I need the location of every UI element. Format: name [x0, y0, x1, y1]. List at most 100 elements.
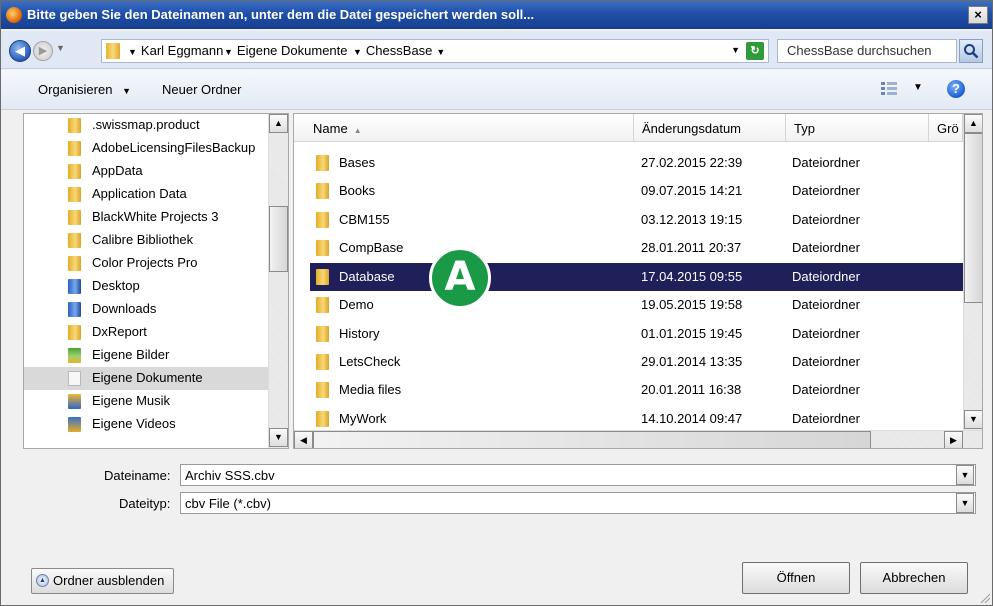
file-row-cbm155[interactable]: CBM155 03.12.2013 19:15 Dateiordner — [310, 206, 965, 234]
filetype-select[interactable]: cbv File (*.cbv) — [180, 492, 976, 514]
file-row-books[interactable]: Books 09.07.2015 14:21 Dateiordner — [310, 177, 965, 205]
scroll-up-icon[interactable]: ▲ — [964, 114, 982, 133]
nav-item-swissmap[interactable]: .swissmap.product — [24, 114, 268, 137]
dialog-title: Bitte geben Sie den Dateinamen an, unter… — [27, 7, 535, 22]
folder-icon — [316, 212, 329, 228]
nav-item-eigene-bilder[interactable]: Eigene Bilder — [24, 344, 268, 367]
file-row-media-files[interactable]: Media files 20.01.2011 16:38 Dateiordner — [310, 376, 965, 404]
nav-item-eigene-musik[interactable]: Eigene Musik — [24, 390, 268, 413]
file-type: Dateiordner — [792, 183, 860, 198]
search-input[interactable]: ChessBase durchsuchen — [777, 39, 957, 63]
folder-icon — [316, 297, 329, 313]
scroll-left-icon[interactable]: ◀ — [294, 431, 313, 448]
filetype-label: Dateityp: — [119, 496, 171, 511]
nav-item-label: DxReport — [92, 324, 147, 339]
resize-grip-icon[interactable] — [978, 591, 990, 603]
file-row-compbase[interactable]: CompBase 28.01.2011 20:37 Dateiordner — [310, 234, 965, 262]
nav-item-desktop[interactable]: Desktop — [24, 275, 268, 298]
address-history-dropdown[interactable]: ▼ — [731, 45, 740, 55]
back-button[interactable]: ◀ — [9, 40, 31, 62]
file-date: 14.10.2014 09:47 — [641, 411, 743, 426]
help-icon[interactable]: ? — [947, 80, 965, 98]
column-header-name[interactable]: Name ▲ — [294, 114, 634, 142]
nav-item-eigene-dokumente[interactable]: Eigene Dokumente — [24, 367, 268, 390]
file-name: Database — [339, 269, 395, 284]
column-header-date[interactable]: Änderungsdatum — [634, 114, 786, 142]
chevron-up-icon: ▲ — [36, 574, 49, 587]
close-button[interactable]: × — [968, 6, 988, 24]
organize-button[interactable]: Organisieren ▼ — [38, 82, 131, 97]
sort-ascending-icon: ▲ — [353, 126, 362, 135]
nav-item-eigene-videos[interactable]: Eigene Videos — [24, 413, 268, 436]
breadcrumb-eigene-dokumente[interactable]: ▼ Eigene Dokumente — [224, 43, 348, 58]
scroll-right-icon[interactable]: ▶ — [944, 431, 963, 448]
scroll-up-icon[interactable]: ▲ — [269, 114, 288, 133]
file-type: Dateiordner — [792, 382, 860, 397]
file-name: CompBase — [339, 240, 404, 255]
documents-icon — [68, 371, 81, 386]
scroll-thumb[interactable] — [269, 206, 288, 272]
file-list-horizontal-scrollbar[interactable]: ◀ ▶ — [294, 430, 982, 448]
command-toolbar: Organisieren ▼ Neuer Ordner ▼ ? — [1, 70, 992, 110]
new-folder-button[interactable]: Neuer Ordner — [162, 82, 241, 97]
file-date: 29.01.2014 13:35 — [641, 354, 743, 369]
nav-item-label: Application Data — [92, 186, 187, 201]
column-header-size[interactable]: Grö — [929, 114, 963, 142]
nav-item-adobelicensing[interactable]: AdobeLicensingFilesBackup — [24, 137, 268, 160]
nav-item-label: Downloads — [92, 301, 157, 316]
filename-field[interactable]: Archiv SSS.cbv — [180, 464, 976, 486]
file-date: 19.05.2015 19:58 — [641, 297, 743, 312]
search-button[interactable] — [959, 39, 983, 63]
nav-item-blackwhite[interactable]: BlackWhite Projects 3 — [24, 206, 268, 229]
views-dropdown[interactable]: ▼ — [913, 82, 923, 93]
nav-item-appdata[interactable]: AppData — [24, 160, 268, 183]
refresh-icon[interactable]: ↻ — [746, 42, 764, 60]
folder-icon — [316, 411, 329, 427]
pictures-icon — [68, 348, 81, 363]
folder-icon — [68, 210, 81, 225]
breadcrumb-karl-eggmann[interactable]: ▼ Karl Eggmann — [128, 43, 223, 58]
file-name: LetsCheck — [339, 354, 401, 369]
column-header-type[interactable]: Typ — [786, 114, 929, 142]
file-row-letscheck[interactable]: LetsCheck 29.01.2014 13:35 Dateiordner — [310, 348, 965, 376]
file-name: Media files — [339, 382, 402, 397]
filetype-dropdown-icon[interactable]: ▼ — [956, 493, 974, 513]
title-bar[interactable]: Bitte geben Sie den Dateinamen an, unter… — [1, 1, 992, 29]
file-list-vertical-scrollbar[interactable]: ▲ ▼ — [963, 114, 982, 430]
file-type: Dateiordner — [792, 212, 860, 227]
scroll-thumb[interactable] — [313, 431, 871, 448]
open-button[interactable]: Öffnen — [742, 562, 850, 594]
nav-item-label: Calibre Bibliothek — [92, 232, 194, 247]
file-date: 09.07.2015 14:21 — [641, 183, 743, 198]
file-name: Books — [339, 183, 376, 198]
nav-item-dxreport[interactable]: DxReport — [24, 321, 268, 344]
folder-icon — [316, 354, 329, 370]
cancel-button[interactable]: Abbrechen — [860, 562, 968, 594]
scroll-thumb[interactable] — [964, 133, 982, 303]
file-row-bases[interactable]: Bases 27.02.2015 22:39 Dateiordner — [310, 149, 965, 177]
address-bar[interactable]: ▼ Karl Eggmann ▼ Eigene Dokumente ▼ ChessBa… — [101, 39, 769, 63]
file-name: History — [339, 326, 380, 341]
filename-dropdown-icon[interactable]: ▼ — [956, 465, 974, 485]
nav-item-calibre[interactable]: Calibre Bibliothek — [24, 229, 268, 252]
recent-pages-dropdown[interactable]: ▼ — [56, 43, 65, 53]
file-row-database[interactable]: Database 17.04.2015 09:55 Dateiordner — [310, 263, 965, 291]
file-type: Dateiordner — [792, 240, 860, 255]
filename-label: Dateiname: — [104, 468, 171, 483]
nav-item-color-projects[interactable]: Color Projects Pro — [24, 252, 268, 275]
nav-item-label: AdobeLicensingFilesBackup — [92, 140, 256, 155]
file-row-mywork[interactable]: MyWork 14.10.2014 09:47 Dateiordner — [310, 405, 965, 433]
hide-folders-button[interactable]: ▲ Ordner ausblenden — [31, 568, 174, 594]
views-icon[interactable] — [881, 82, 897, 96]
nav-item-downloads[interactable]: Downloads — [24, 298, 268, 321]
folder-icon — [68, 233, 81, 248]
breadcrumb-chessbase[interactable]: ▼ ChessBase ▼ — [353, 43, 449, 58]
file-row-demo[interactable]: Demo 19.05.2015 19:58 Dateiordner — [310, 291, 965, 319]
file-row-history[interactable]: History 01.01.2015 19:45 Dateiordner — [310, 320, 965, 348]
navigation-scrollbar[interactable]: ▲ ▼ — [268, 114, 288, 448]
folder-icon — [316, 326, 329, 342]
forward-button[interactable]: ▶ — [33, 41, 53, 61]
scroll-down-icon[interactable]: ▼ — [269, 428, 288, 447]
nav-item-application-data[interactable]: Application Data — [24, 183, 268, 206]
scroll-down-icon[interactable]: ▼ — [964, 410, 982, 429]
